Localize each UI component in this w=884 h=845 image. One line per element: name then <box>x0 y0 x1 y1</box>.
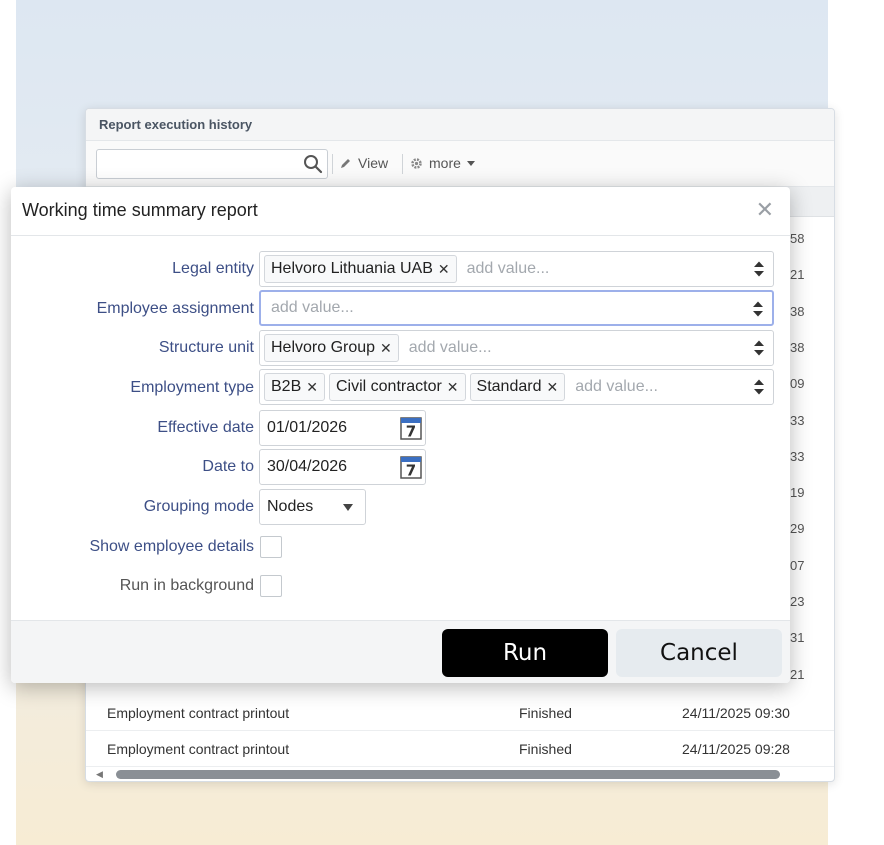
remove-tag-icon[interactable]: ✕ <box>438 261 450 278</box>
structure-unit-label: Structure unit <box>158 339 254 356</box>
dialog-title: Working time summary report <box>22 200 258 220</box>
table-row[interactable]: Employment contract printout Finished 24… <box>86 731 834 767</box>
date-to-value: 30/04/2026 <box>267 458 348 475</box>
sort-updown-icon <box>753 301 763 317</box>
partial-time-cell: 58 <box>790 231 805 246</box>
employee-assignment-label: Employee assignment <box>96 300 254 317</box>
partial-time-cell: 29 <box>790 521 805 537</box>
partial-time-cell: 07 <box>790 557 805 573</box>
report-name-cell: Employment contract printout <box>107 741 290 757</box>
remove-tag-icon[interactable]: ✕ <box>306 379 318 396</box>
horizontal-scrollbar[interactable]: ◀ <box>96 769 786 779</box>
toolbar-divider <box>332 154 333 174</box>
legal-entity-label: Legal entity <box>172 260 254 277</box>
employment-type-tag[interactable]: Civil contractor ✕ <box>328 373 466 401</box>
partial-time-cell: 38 <box>790 303 805 319</box>
date-cell: 24/11/2025 09:28 <box>682 741 790 757</box>
effective-date-label: Effective date <box>157 419 254 436</box>
search-icon[interactable] <box>303 154 323 174</box>
view-button-label: View <box>358 155 389 171</box>
partial-time-cell: 31 <box>790 630 805 646</box>
effective-date-field[interactable]: 01/01/2026 7 <box>259 410 426 446</box>
calendar-day-text: 7 <box>406 423 416 441</box>
more-menu-button[interactable]: more <box>410 155 475 171</box>
employment-type-tag[interactable]: B2B ✕ <box>264 373 325 401</box>
legal-entity-select[interactable]: Helvoro Lithuania UAB ✕ add value... <box>259 251 774 287</box>
remove-tag-icon[interactable]: ✕ <box>447 379 459 396</box>
run-in-background-checkbox[interactable] <box>260 575 282 597</box>
partial-time-cell: 09 <box>790 376 805 392</box>
more-button-label: more <box>429 155 461 171</box>
run-in-background-label: Run in background <box>119 577 254 594</box>
remove-tag-icon[interactable]: ✕ <box>546 379 558 396</box>
calendar-icon[interactable]: 7 <box>400 456 422 479</box>
status-cell: Finished <box>519 705 572 721</box>
calendar-icon[interactable]: 7 <box>400 417 422 440</box>
date-to-label: Date to <box>202 458 254 475</box>
status-cell: Finished <box>519 741 572 757</box>
report-name-cell: Employment contract printout <box>107 705 290 721</box>
tag-label: Helvoro Lithuania UAB <box>271 260 433 277</box>
toolbar-divider <box>402 154 403 174</box>
run-button[interactable]: Run <box>442 629 608 677</box>
structure-unit-select[interactable]: Helvoro Group ✕ add value... <box>259 330 774 366</box>
history-panel-title: Report execution history <box>86 109 834 141</box>
add-value-placeholder[interactable]: add value... <box>403 339 492 357</box>
sort-updown-icon <box>754 261 764 277</box>
effective-date-value: 01/01/2026 <box>267 419 348 436</box>
history-toolbar: View more <box>86 141 834 187</box>
legal-entity-tag[interactable]: Helvoro Lithuania UAB ✕ <box>264 255 457 283</box>
tag-label: B2B <box>271 378 302 395</box>
partial-time-cell: 21 <box>790 267 805 283</box>
view-button[interactable]: View <box>339 155 388 171</box>
scrollbar-thumb[interactable] <box>116 770 780 779</box>
dialog-footer: Run Cancel <box>11 620 790 683</box>
cancel-button[interactable]: Cancel <box>616 629 782 677</box>
partial-time-cell: 33 <box>790 412 805 428</box>
date-cell: 24/11/2025 09:30 <box>682 705 790 721</box>
show-employee-details-label: Show employee details <box>89 538 254 555</box>
partial-time-cell: 38 <box>790 339 805 355</box>
close-icon[interactable]: ✕ <box>756 199 774 221</box>
structure-unit-tag[interactable]: Helvoro Group ✕ <box>264 334 399 362</box>
working-time-report-dialog: Working time summary report ✕ Legal enti… <box>11 187 790 683</box>
gear-icon <box>411 157 422 169</box>
tag-label: Civil contractor <box>335 378 442 395</box>
scroll-left-arrow-icon[interactable]: ◀ <box>96 769 103 780</box>
show-employee-details-checkbox[interactable] <box>260 536 282 558</box>
caret-down-icon <box>466 160 475 166</box>
pencil-icon <box>341 158 350 168</box>
employment-type-label: Employment type <box>130 379 254 396</box>
partial-time-cell: 23 <box>790 594 805 609</box>
employment-type-tag[interactable]: Standard ✕ <box>469 373 566 401</box>
partial-time-cell: 21 <box>790 666 805 682</box>
calendar-day-text: 7 <box>406 462 416 480</box>
add-value-placeholder[interactable]: add value... <box>265 299 354 317</box>
partial-time-cell: 19 <box>790 485 805 501</box>
grouping-mode-select[interactable]: Nodes <box>259 489 366 525</box>
tag-label: Standard <box>476 378 542 395</box>
add-value-placeholder[interactable]: add value... <box>461 260 550 278</box>
date-to-field[interactable]: 30/04/2026 7 <box>259 449 426 485</box>
table-row[interactable]: Employment contract printout Finished 24… <box>86 695 834 731</box>
chevron-down-icon <box>343 504 353 511</box>
grouping-mode-value: Nodes <box>267 498 314 515</box>
sort-updown-icon <box>754 379 764 395</box>
sort-updown-icon <box>754 340 764 356</box>
partial-time-cell: 33 <box>790 448 805 464</box>
tag-label: Helvoro Group <box>271 339 376 356</box>
grouping-mode-label: Grouping mode <box>143 498 254 515</box>
employee-assignment-select[interactable]: add value... <box>259 290 774 326</box>
history-search-input[interactable] <box>96 149 328 179</box>
employment-type-select[interactable]: B2B ✕ Civil contractor ✕ Standard ✕ add … <box>259 369 774 405</box>
dialog-header: Working time summary report ✕ <box>11 187 790 236</box>
remove-tag-icon[interactable]: ✕ <box>380 340 392 357</box>
add-value-placeholder[interactable]: add value... <box>569 378 658 396</box>
